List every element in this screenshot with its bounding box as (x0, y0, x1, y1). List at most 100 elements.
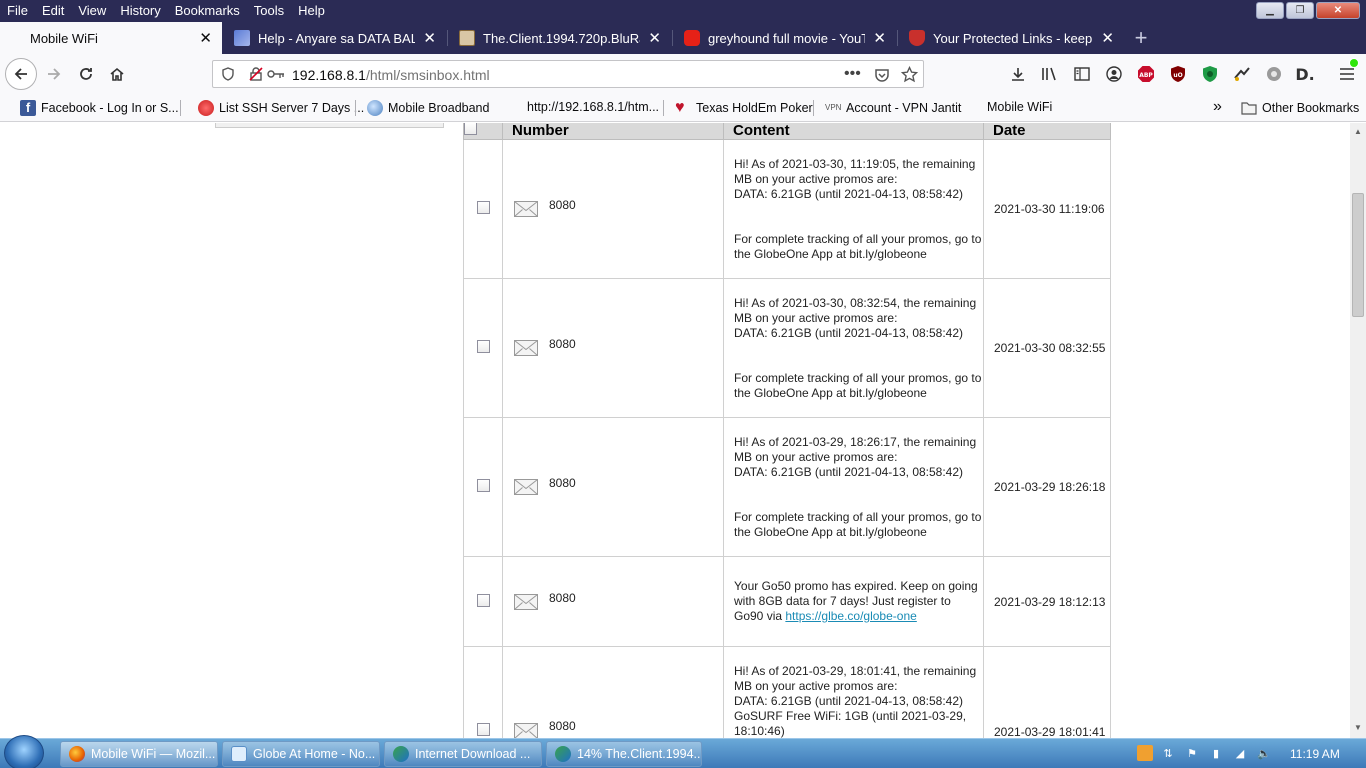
downloads-icon[interactable] (1008, 64, 1028, 84)
tab-label: greyhound full movie - YouTub… (708, 30, 866, 46)
vertical-scrollbar[interactable]: ▲ ▼ (1350, 123, 1366, 738)
table-row[interactable]: 8080 Hi! As of 2021-03-30, 11:19:05, the… (463, 139, 1111, 279)
sender-number: 8080 (549, 719, 576, 733)
close-tab-icon[interactable]: ✕ (423, 31, 436, 46)
menu-tools[interactable]: Tools (247, 0, 291, 22)
close-tab-icon[interactable]: ✕ (199, 31, 212, 46)
close-tab-icon[interactable]: ✕ (1101, 31, 1114, 46)
url-bar[interactable]: 192.168.8.1/html/smsinbox.html ••• (212, 60, 924, 88)
video-downloader-icon[interactable] (1232, 64, 1252, 84)
message-content[interactable]: Hi! As of 2021-03-29, 18:26:17, the rema… (723, 417, 984, 557)
bookmark-facebook[interactable]: f Facebook - Log In or S... (20, 100, 179, 116)
message-content[interactable]: Hi! As of 2021-03-29, 18:01:41, the rema… (723, 646, 984, 738)
back-arrow-icon (14, 68, 27, 80)
bookmark-mobile-broadband[interactable]: Mobile Broadband (367, 100, 489, 116)
app-menu-icon[interactable] (1337, 58, 1359, 84)
close-tab-icon[interactable]: ✕ (873, 31, 886, 46)
menu-help[interactable]: Help (291, 0, 332, 22)
minimize-button[interactable]: ▁ (1256, 2, 1284, 19)
content-column-header[interactable]: Content (723, 123, 984, 140)
table-row[interactable]: 8080 Your Go50 promo has expired. Keep o… (463, 556, 1111, 647)
action-center-flag-icon[interactable]: ⚑ (1184, 745, 1200, 761)
scroll-down-arrow-icon[interactable]: ▼ (1354, 723, 1362, 732)
bookmark-mobile-wifi[interactable]: Mobile WiFi (987, 100, 1052, 114)
row-checkbox[interactable] (476, 479, 490, 492)
key-icon[interactable] (267, 68, 285, 80)
vpn-icon: VPN (825, 103, 842, 112)
adblock-plus-icon[interactable]: ABP (1136, 64, 1156, 84)
network-transfer-icon[interactable]: ⇅ (1160, 745, 1176, 761)
menu-view[interactable]: View (71, 0, 113, 22)
sidebar-icon[interactable] (1072, 64, 1092, 84)
privacy-badger-icon[interactable] (1200, 64, 1220, 84)
tracking-shield-icon[interactable] (221, 67, 235, 81)
menu-edit[interactable]: Edit (35, 0, 71, 22)
envelope-icon (514, 594, 538, 610)
scroll-up-arrow-icon[interactable]: ▲ (1354, 127, 1362, 136)
menu-file[interactable]: File (0, 0, 35, 22)
select-all-checkbox[interactable] (464, 123, 477, 135)
envelope-icon (514, 723, 538, 738)
signal-strength-icon[interactable]: ◢ (1232, 745, 1248, 761)
table-row[interactable]: 8080 Hi! As of 2021-03-29, 18:01:41, the… (463, 646, 1111, 738)
restore-button[interactable]: ❐ (1286, 2, 1314, 19)
home-button[interactable] (103, 60, 131, 88)
extension-gear-icon[interactable] (1264, 64, 1284, 84)
volume-icon[interactable]: 🔈 (1256, 745, 1272, 761)
bookmark-star-icon[interactable] (901, 66, 918, 83)
table-row[interactable]: 8080 Hi! As of 2021-03-30, 08:32:54, the… (463, 278, 1111, 418)
close-tab-icon[interactable]: ✕ (648, 31, 661, 46)
tab-mobile-wifi[interactable]: Mobile WiFi ✕ (0, 22, 222, 54)
menu-history[interactable]: History (113, 0, 167, 22)
tray-app-icon[interactable] (1137, 745, 1153, 761)
tab-keeplinks[interactable]: Your Protected Links - keeplink… ✕ (899, 22, 1124, 54)
new-tab-button[interactable]: + (1126, 22, 1156, 54)
insecure-lock-icon[interactable] (249, 67, 263, 81)
tab-youtube[interactable]: greyhound full movie - YouTub… ✕ (674, 22, 896, 54)
pocket-icon[interactable] (874, 67, 890, 83)
more-bookmarks-chevron-icon[interactable]: » (1213, 98, 1222, 116)
ublock-origin-icon[interactable]: uO (1168, 64, 1188, 84)
library-icon[interactable] (1040, 64, 1060, 84)
start-button[interactable] (4, 735, 44, 768)
forward-arrow-icon (48, 68, 61, 80)
tab-the-client[interactable]: The.Client.1994.720p.BluRay.x2… ✕ (449, 22, 671, 54)
message-content[interactable]: Hi! As of 2021-03-30, 08:32:54, the rema… (723, 278, 984, 418)
bookmark-ssh-server[interactable]: List SSH Server 7 Days ... (198, 100, 364, 116)
bookmark-vpn-jantit[interactable]: VPN Account - VPN Jantit (825, 100, 961, 116)
taskbar-download-progress[interactable]: 14% The.Client.1994.... (546, 741, 702, 767)
forward-button[interactable] (40, 60, 68, 88)
other-bookmarks[interactable]: Other Bookmarks (1241, 100, 1359, 116)
taskbar-clock[interactable]: 11:19 AM (1290, 747, 1340, 761)
url-text[interactable]: 192.168.8.1/html/smsinbox.html (292, 67, 490, 83)
tab-help-anyare[interactable]: Help - Anyare sa DATA BAL? P… ✕ (224, 22, 446, 54)
message-content[interactable]: Hi! As of 2021-03-30, 11:19:05, the rema… (723, 139, 984, 279)
sender-number: 8080 (549, 476, 576, 490)
bookmark-texas-holdem[interactable]: ♥ Texas HoldEm Poker (675, 100, 813, 116)
close-window-button[interactable]: ✕ (1316, 2, 1360, 19)
dashlane-icon[interactable]: D. (1295, 64, 1315, 84)
battery-icon[interactable]: ▮ (1208, 745, 1224, 761)
bookmark-router-page[interactable]: http://192.168.8.1/htm... (527, 100, 659, 114)
menu-bookmarks[interactable]: Bookmarks (168, 0, 247, 22)
table-row[interactable]: 8080 Hi! As of 2021-03-29, 18:26:17, the… (463, 417, 1111, 557)
home-icon (110, 67, 124, 81)
table-header-row: Number Content Date (463, 123, 1111, 140)
taskbar-notepad[interactable]: Globe At Home - No... (222, 741, 380, 767)
taskbar-firefox[interactable]: Mobile WiFi — Mozil... (60, 741, 218, 767)
row-checkbox[interactable] (476, 723, 490, 736)
taskbar-idm[interactable]: Internet Download ... (384, 741, 542, 767)
date-column-header[interactable]: Date (983, 123, 1111, 140)
page-actions-icon[interactable]: ••• (844, 65, 861, 83)
row-checkbox[interactable] (476, 201, 490, 214)
message-content[interactable]: Your Go50 promo has expired. Keep on goi… (723, 556, 984, 647)
tab-label: Mobile WiFi (30, 30, 98, 46)
row-checkbox[interactable] (476, 340, 490, 353)
number-column-header[interactable]: Number (502, 123, 724, 140)
reload-button[interactable] (72, 60, 100, 88)
back-button[interactable] (5, 58, 37, 90)
scrollbar-thumb[interactable] (1352, 193, 1364, 317)
globe-one-link[interactable]: https://glbe.co/globe-one (785, 609, 916, 623)
row-checkbox[interactable] (476, 593, 490, 607)
account-icon[interactable] (1104, 64, 1124, 84)
